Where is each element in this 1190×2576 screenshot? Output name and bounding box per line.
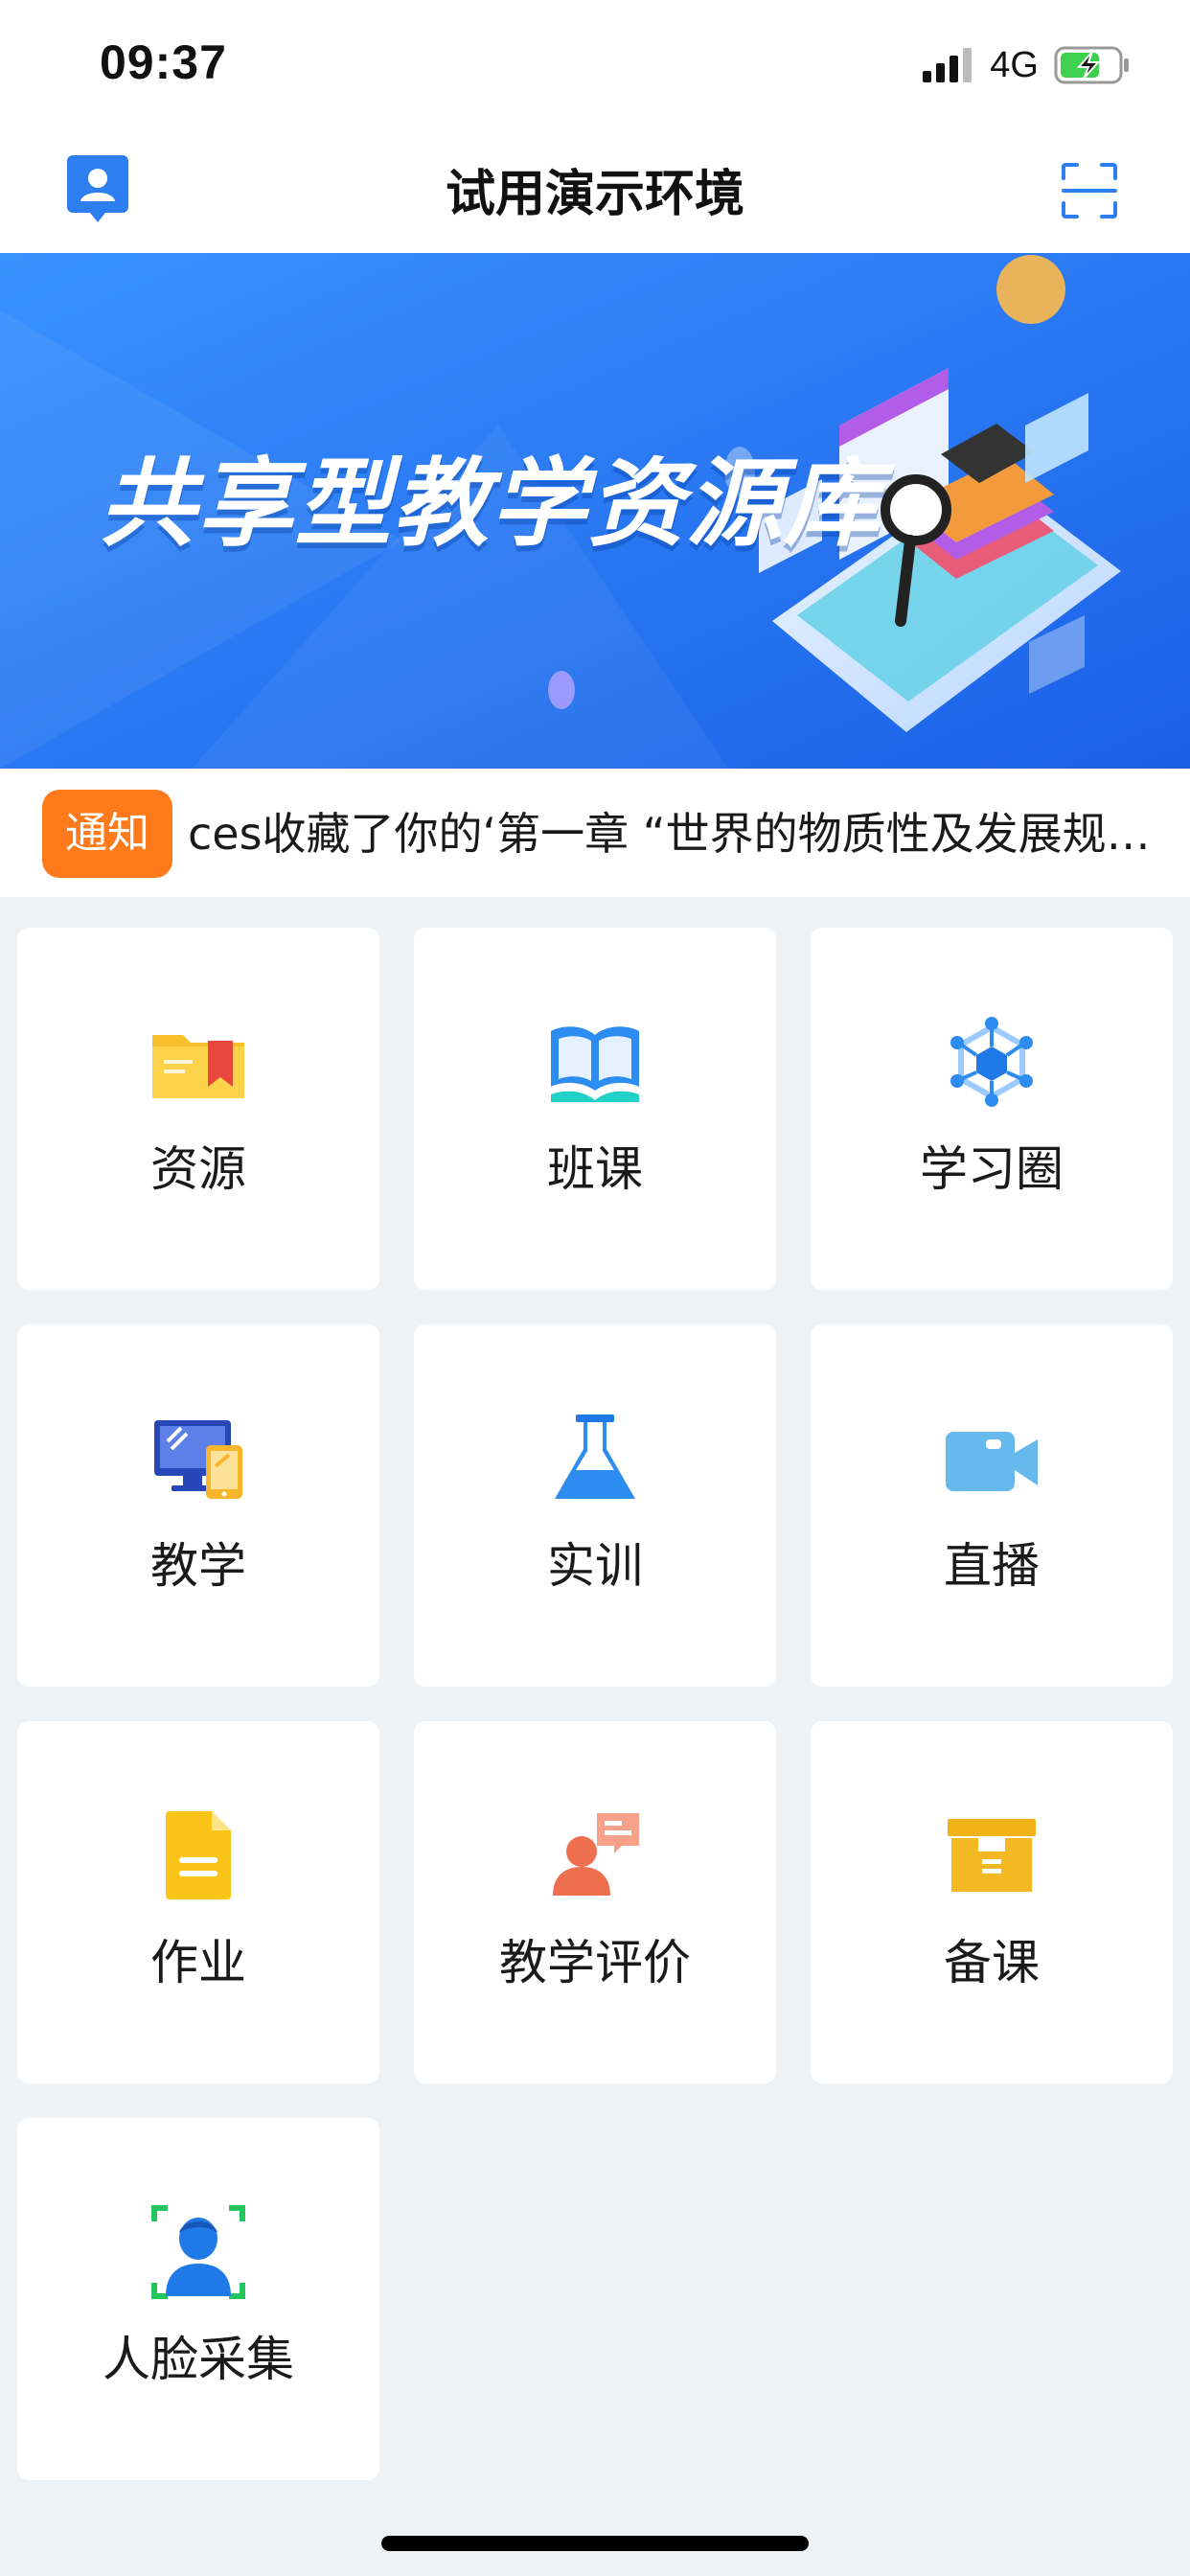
menu-item-label: 备课 — [944, 1935, 1040, 1990]
menu-item-label: 教学 — [150, 1538, 246, 1594]
status-indicators: 4G — [923, 42, 1131, 88]
notice-text[interactable]: ces收藏了你的‘第一章 “世界的物质性及发展规律”’ — [188, 797, 1165, 870]
promo-banner[interactable]: 共享型教学资源库 — [0, 253, 1190, 769]
menu-grid: 资源 班课 学习圈 教学 实训 直播 作业 教学评价 备课 人脸采集 — [17, 928, 1173, 2480]
menu-item-resources[interactable]: 资源 — [17, 928, 379, 1290]
signal-bars-icon — [923, 48, 973, 82]
menu-item-label: 人脸采集 — [103, 2332, 294, 2387]
menu-item-label: 直播 — [944, 1538, 1040, 1594]
menu-item-label: 资源 — [150, 1141, 246, 1197]
notice-bar[interactable]: 通知 ces收藏了你的‘第一章 “世界的物质性及发展规律”’ — [0, 769, 1190, 897]
scan-icon — [1062, 163, 1117, 218]
menu-item-lesson-prep[interactable]: 备课 — [811, 1721, 1173, 2083]
menu-item-label: 学习圈 — [920, 1141, 1064, 1197]
home-indicator[interactable] — [381, 2536, 809, 2551]
menu-item-label: 作业 — [150, 1935, 246, 1990]
network-label: 4G — [990, 44, 1039, 85]
menu-item-homework[interactable]: 作业 — [17, 1721, 379, 2083]
flask-icon — [555, 1414, 635, 1499]
page-title: 试用演示环境 — [445, 166, 744, 223]
document-icon — [166, 1811, 231, 1899]
menu-item-learning-circle[interactable]: 学习圈 — [811, 928, 1173, 1290]
menu-item-face-capture[interactable]: 人脸采集 — [17, 2118, 379, 2480]
notice-badge: 通知 — [42, 790, 172, 878]
menu-item-teaching-evaluation[interactable]: 教学评价 — [414, 1721, 776, 2083]
nav-bar: 试用演示环境 — [0, 126, 1190, 253]
face-scan-icon — [151, 2205, 245, 2299]
status-time: 09:37 — [100, 35, 227, 89]
folder-bookmark-icon — [152, 1035, 244, 1098]
archive-box-icon — [948, 1819, 1036, 1892]
desktop-tablet-icon — [154, 1420, 242, 1499]
menu-item-live[interactable]: 直播 — [811, 1324, 1173, 1687]
scan-button[interactable] — [1062, 163, 1117, 218]
banner-title: 共享型教学资源库 — [100, 448, 881, 560]
video-camera-icon — [946, 1432, 1038, 1491]
person-comment-icon — [553, 1813, 639, 1896]
status-bar: 09:37 4G — [0, 0, 1190, 126]
menu-item-label: 班课 — [547, 1141, 643, 1197]
battery-charging-icon — [1054, 46, 1129, 84]
menu-item-label: 教学评价 — [499, 1935, 691, 1990]
menu-item-classes[interactable]: 班课 — [414, 928, 776, 1290]
network-hexagon-icon — [950, 1017, 1033, 1107]
menu-item-teaching[interactable]: 教学 — [17, 1324, 379, 1687]
menu-item-practice[interactable]: 实训 — [414, 1324, 776, 1687]
menu-item-label: 实训 — [547, 1538, 643, 1594]
open-book-icon — [551, 1026, 639, 1102]
